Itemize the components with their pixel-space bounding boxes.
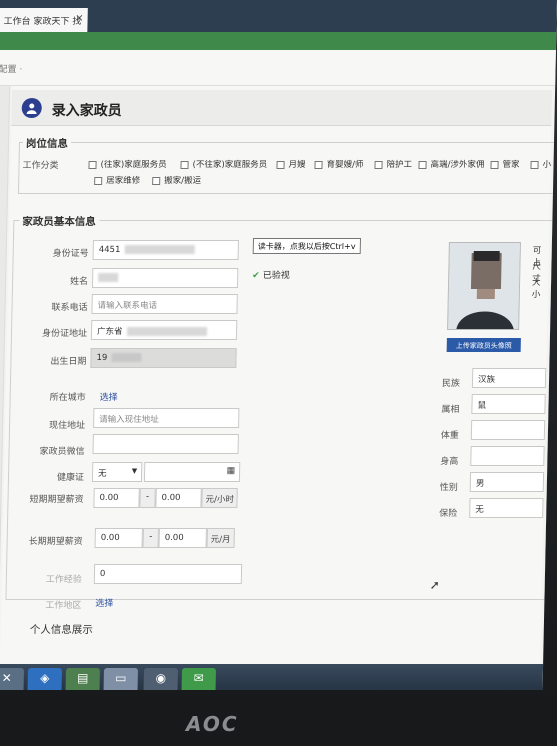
chevron-down-icon: ▼ — [131, 467, 138, 475]
redacted-mark — [124, 245, 195, 254]
upload-avatar-button[interactable]: 上传家政员头像照 — [446, 338, 521, 352]
health-cert-date-input[interactable]: ▦ — [143, 462, 241, 482]
short-salary-label: 短期期望薪资 — [29, 495, 84, 505]
category-option[interactable]: 搬家/搬运 — [152, 174, 201, 186]
birth-date-input: 19 — [90, 348, 237, 368]
category-label: 工作分类 — [22, 161, 59, 171]
name-input[interactable] — [91, 268, 239, 288]
short-salary-min-input[interactable]: 0.00 — [93, 488, 140, 508]
zodiac-label: 属相 — [441, 405, 460, 415]
insurance-input[interactable]: 无 — [469, 498, 544, 518]
category-option[interactable]: 陪护工 — [374, 158, 412, 170]
city-label: 所在城市 — [49, 393, 86, 403]
experience-label: 工作经验 — [45, 575, 82, 585]
phone-label: 联系电话 — [51, 303, 88, 313]
health-cert-select[interactable]: 无 ▼ — [91, 462, 143, 482]
settings-menu[interactable]: 配置 · — [0, 62, 22, 75]
long-salary-label: 长期期望薪资 — [28, 537, 83, 547]
job-info-title: 岗位信息 — [22, 136, 72, 151]
current-address-input[interactable]: 请输入现住地址 — [93, 408, 240, 428]
os-taskbar: ✕ ◈ ▤ ▭ ◉ ✉ — [0, 664, 544, 690]
work-area-label: 工作地区 — [45, 601, 82, 611]
phone-input[interactable]: 请输入联系电话 — [91, 294, 238, 314]
monitor-bezel — [0, 696, 557, 746]
form-page: 录入家政员 岗位信息 工作分类 (往家)家庭服务员 (不往家)家庭服务员 月嫂 … — [0, 86, 557, 686]
ethnicity-input[interactable]: 汉族 — [471, 368, 547, 388]
current-address-label: 现住地址 — [48, 421, 86, 431]
category-option[interactable]: (往家)家庭服务员 — [88, 158, 167, 170]
wechat-label: 家政员微信 — [39, 447, 85, 457]
browser-tab[interactable]: 工作台 家政天下 找 × — [0, 8, 88, 32]
insurance-label: 保险 — [439, 509, 458, 519]
photo-frame: 工作台 家政天下 找 × 配置 · 录入家政员 岗位信息 工作分类 (往家)家庭… — [0, 0, 557, 746]
ethnicity-label: 民族 — [441, 379, 461, 389]
menu-bar: 配置 · — [0, 50, 556, 86]
basic-info-title: 家政员基本信息 — [19, 214, 100, 229]
weight-input[interactable] — [470, 420, 546, 440]
weight-label: 体重 — [440, 431, 459, 441]
close-icon[interactable]: × — [75, 13, 84, 24]
long-salary-max-input[interactable]: 0.00 — [158, 528, 207, 548]
browser-tab-label: 工作台 家政天下 找 — [3, 17, 82, 27]
wechat-icon[interactable]: ✉ — [181, 668, 217, 690]
redacted-mark — [111, 353, 142, 362]
category-option[interactable]: 管家 — [490, 158, 520, 170]
zodiac-input[interactable]: 鼠 — [471, 394, 546, 414]
long-salary-unit: 元/月 — [206, 528, 235, 548]
health-cert-label: 健康证 — [56, 473, 85, 483]
category-option[interactable]: 高端/涉外家佣 — [418, 158, 485, 170]
shield-icon[interactable]: ◈ — [27, 668, 63, 690]
tools-icon[interactable]: ✕ — [0, 668, 25, 690]
height-label: 身高 — [440, 457, 459, 467]
app-nav-bar — [0, 32, 557, 50]
long-salary-min-input[interactable]: 0.00 — [94, 528, 143, 548]
read-card-button[interactable]: 读卡器，点我以后按Ctrl+v — [252, 238, 361, 254]
gender-label: 性别 — [439, 483, 458, 493]
personal-info-title: 个人信息展示 — [26, 622, 96, 637]
redacted-mark — [98, 273, 119, 282]
id-number-label: 身份证号 — [52, 249, 89, 259]
category-option[interactable]: 小 — [530, 158, 551, 170]
gender-input[interactable]: 男 — [469, 472, 545, 492]
category-option[interactable]: (不往家)家庭服务员 — [180, 158, 267, 170]
browser-tab-bar: 工作台 家政天下 找 × — [0, 0, 557, 32]
range-separator: - — [139, 488, 156, 508]
redacted-mark — [126, 327, 207, 336]
work-area-select-link[interactable]: 选择 — [95, 596, 113, 609]
city-select-link[interactable]: 选择 — [100, 390, 118, 403]
id-address-input[interactable]: 广东省 — [90, 320, 238, 340]
user-icon — [21, 98, 42, 118]
category-option[interactable]: 居家维修 — [94, 174, 140, 186]
birth-date-label: 出生日期 — [50, 357, 87, 367]
mouse-cursor-icon: ➚ — [429, 578, 440, 592]
browser-icon[interactable]: ◉ — [143, 668, 179, 690]
id-number-input[interactable]: 4451 — [92, 240, 239, 260]
range-separator: - — [142, 528, 159, 548]
monitor-screen: 工作台 家政天下 找 × 配置 · 录入家政员 岗位信息 工作分类 (往家)家庭… — [0, 0, 557, 690]
experience-input[interactable]: 0 — [93, 564, 243, 584]
id-address-label: 身份证地址 — [41, 329, 88, 339]
spreadsheet-icon[interactable]: ▤ — [65, 668, 101, 690]
page-header: 录入家政员 — [11, 90, 553, 126]
calendar-icon[interactable]: ▦ — [227, 466, 236, 476]
verified-status: ✔ 已验视 — [252, 271, 290, 281]
check-icon: ✔ — [252, 271, 260, 281]
short-salary-unit: 元/小时 — [201, 488, 239, 508]
avatar — [447, 242, 521, 330]
short-salary-max-input[interactable]: 0.00 — [155, 488, 202, 508]
folder-icon[interactable]: ▭ — [103, 668, 139, 690]
name-label: 姓名 — [69, 277, 89, 287]
category-option[interactable]: 月嫂 — [276, 158, 306, 170]
page-title: 录入家政员 — [51, 103, 122, 119]
monitor-brand-logo: AOC — [186, 712, 239, 736]
avatar-hint: 大小 — [531, 278, 541, 300]
height-input[interactable] — [470, 446, 545, 466]
category-option[interactable]: 育婴嫂/师 — [314, 158, 364, 170]
wechat-input[interactable] — [92, 434, 239, 454]
